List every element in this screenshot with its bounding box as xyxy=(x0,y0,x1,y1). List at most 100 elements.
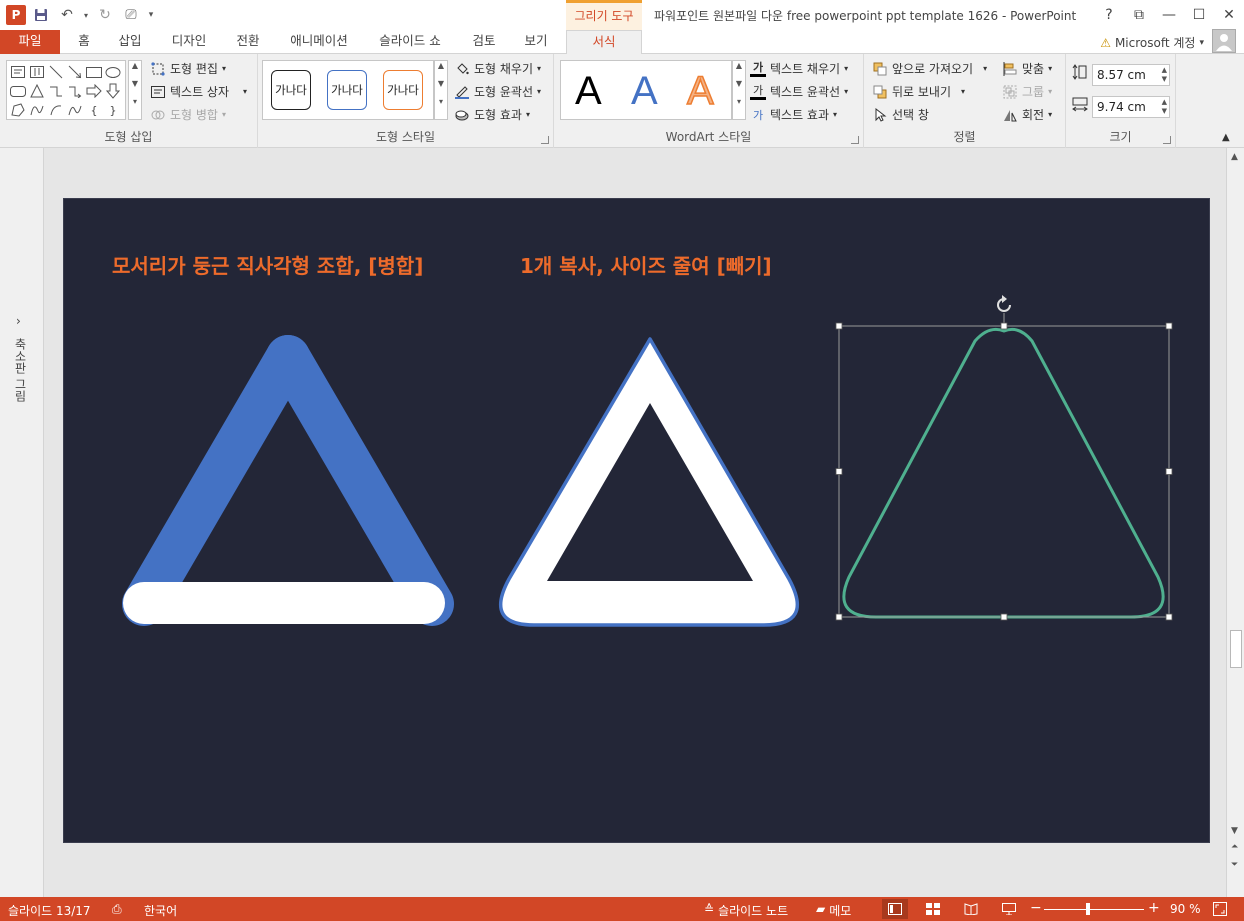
shape-style-orange[interactable]: 가나다 xyxy=(383,70,423,110)
vertical-scrollbar[interactable]: ▲ ▼ ⏶ ⏷ xyxy=(1226,148,1244,897)
shape-styles-gallery[interactable]: 가나다 가나다 가나다 xyxy=(262,60,434,120)
blue-left-bar[interactable] xyxy=(122,335,310,626)
close-button[interactable]: ✕ xyxy=(1214,0,1244,30)
expand-gallery-icon[interactable]: ▾ xyxy=(129,97,141,106)
customize-qat-icon[interactable]: ▾ xyxy=(146,4,156,26)
tab-file[interactable]: 파일 xyxy=(0,30,60,54)
wave-shape-icon[interactable] xyxy=(66,101,84,119)
shape-effects-button[interactable]: 도형 효과 ▾ xyxy=(454,106,530,123)
zoom-out-button[interactable]: − xyxy=(1030,900,1042,916)
shape-width-field[interactable]: 9.74 cm ▲ ▼ xyxy=(1092,96,1170,118)
slide-show-view-button[interactable] xyxy=(996,899,1022,919)
blue-right-bar[interactable] xyxy=(266,335,454,626)
resize-handle-right[interactable] xyxy=(1165,468,1173,475)
avatar[interactable] xyxy=(1212,29,1236,53)
oval-shape-icon[interactable] xyxy=(104,63,122,81)
wordart-style-blue[interactable]: A xyxy=(631,69,658,113)
spell-check-icon[interactable]: ⎙ xyxy=(112,902,122,917)
align-button[interactable]: 맞춤 ▾ xyxy=(1002,60,1052,77)
merge-shapes-button[interactable]: 도형 병합 ▾ xyxy=(150,106,226,123)
resize-handle-bottom-right[interactable] xyxy=(1165,613,1173,621)
send-backward-button[interactable]: 뒤로 보내기 ▾ xyxy=(872,83,965,100)
heading-subtract[interactable]: 1개 복사, 사이즈 줄여 [빼기] xyxy=(520,254,772,278)
scroll-up-icon[interactable]: ▲ xyxy=(733,61,745,70)
wordart-gallery-scroll[interactable]: ▲ ▼ ▾ xyxy=(732,60,746,120)
text-outline-button[interactable]: 가 텍스트 윤곽선 ▾ xyxy=(750,83,848,100)
wordart-gallery[interactable]: A A A xyxy=(560,60,732,120)
zoom-slider-track[interactable] xyxy=(1044,909,1144,910)
zoom-level[interactable]: 90 % xyxy=(1170,902,1201,916)
arc-shape-icon[interactable] xyxy=(47,101,65,119)
merged-triangle-shape[interactable] xyxy=(499,337,799,627)
shape-outline-button[interactable]: 도형 윤곽선 ▾ xyxy=(454,83,541,100)
maximize-button[interactable]: ☐ xyxy=(1184,0,1214,30)
curve-shape-icon[interactable] xyxy=(28,101,46,119)
group-button[interactable]: 그룹 ▾ xyxy=(1002,83,1052,100)
size-dialog-launcher[interactable] xyxy=(1163,136,1171,144)
shapes-gallery[interactable]: { } xyxy=(6,60,126,120)
shape-style-blue[interactable]: 가나다 xyxy=(327,70,367,110)
tab-format[interactable]: 서식 xyxy=(566,30,642,55)
text-box-shape-icon[interactable] xyxy=(9,63,27,81)
width-spinner[interactable]: ▲ ▼ xyxy=(1162,98,1167,116)
collapse-ribbon-icon[interactable]: ▲ xyxy=(1222,132,1230,143)
elbow-connector-shape-icon[interactable] xyxy=(47,82,65,100)
down-arrow-shape-icon[interactable] xyxy=(104,82,122,100)
wordart-style-black[interactable]: A xyxy=(575,69,602,113)
scroll-down-icon[interactable]: ▼ xyxy=(1231,826,1238,836)
tab-design[interactable]: 디자인 xyxy=(160,30,218,54)
tab-view[interactable]: 보기 xyxy=(514,30,558,54)
arrow-line-shape-icon[interactable] xyxy=(66,63,84,81)
shape-styles-scroll[interactable]: ▲ ▼ ▾ xyxy=(434,60,448,120)
resize-handle-bottom[interactable] xyxy=(1000,613,1008,621)
shape-height-field[interactable]: 8.57 cm ▲ ▼ xyxy=(1092,64,1170,86)
height-spinner[interactable]: ▲ ▼ xyxy=(1162,66,1167,84)
fit-slide-to-window-icon[interactable] xyxy=(1212,901,1228,917)
tab-review[interactable]: 검토 xyxy=(462,30,506,54)
right-brace-shape-icon[interactable]: } xyxy=(104,101,122,119)
zoom-slider-knob[interactable] xyxy=(1086,903,1090,915)
help-button[interactable]: ? xyxy=(1094,0,1124,30)
rotate-handle-icon[interactable] xyxy=(997,295,1011,312)
shapes-gallery-scroll[interactable]: ▲ ▼ ▾ xyxy=(128,60,142,120)
slide[interactable]: 모서리가 둥근 직사각형 조합, [병합] 1개 복사, 사이즈 줄여 [빼기] xyxy=(63,198,1210,843)
wordart-dialog-launcher[interactable] xyxy=(851,136,859,144)
comments-button[interactable]: ▰ 메모 xyxy=(816,902,851,919)
resize-handle-top-left[interactable] xyxy=(835,322,843,330)
shape-fill-button[interactable]: 도형 채우기 ▾ xyxy=(454,60,541,77)
zoom-in-button[interactable]: + xyxy=(1148,900,1160,916)
scroll-down-icon[interactable]: ▼ xyxy=(435,79,447,88)
resize-handle-bottom-left[interactable] xyxy=(835,613,843,621)
resize-handles[interactable] xyxy=(835,322,1173,621)
selected-outline-triangle-group[interactable] xyxy=(835,295,1173,621)
account-menu[interactable]: ⚠ Microsoft 계정 ▾ xyxy=(1100,34,1204,51)
bring-forward-button[interactable]: 앞으로 가져오기 ▾ xyxy=(872,60,987,77)
save-icon[interactable] xyxy=(30,4,52,26)
heading-merge[interactable]: 모서리가 둥근 직사각형 조합, [병합] xyxy=(112,254,423,278)
expand-gallery-icon[interactable]: ▾ xyxy=(435,97,447,106)
freeform-shape-icon[interactable] xyxy=(9,101,27,119)
text-fill-button[interactable]: 가 텍스트 채우기 ▾ xyxy=(750,60,848,77)
rounded-rectangle-shape-icon[interactable] xyxy=(9,82,27,100)
elbow-arrow-connector-shape-icon[interactable] xyxy=(66,82,84,100)
triangle-shape-icon[interactable] xyxy=(28,82,46,100)
resize-handle-top-right[interactable] xyxy=(1165,322,1173,330)
resize-handle-left[interactable] xyxy=(835,468,843,475)
rotate-button[interactable]: 회전 ▾ xyxy=(1002,106,1052,123)
wordart-style-orange-outline[interactable]: A xyxy=(686,68,714,114)
line-shape-icon[interactable] xyxy=(47,63,65,81)
scroll-up-icon[interactable]: ▲ xyxy=(435,61,447,70)
tab-slideshow[interactable]: 슬라이드 쇼 xyxy=(368,30,452,54)
scroll-down-icon[interactable]: ▼ xyxy=(733,79,745,88)
scroll-up-icon[interactable]: ▲ xyxy=(1231,152,1238,162)
tab-animations[interactable]: 애니메이션 xyxy=(280,30,358,54)
minimize-button[interactable]: — xyxy=(1154,0,1184,30)
slide-sorter-view-button[interactable] xyxy=(920,899,946,919)
previous-slide-icon[interactable]: ⏶ xyxy=(1231,842,1238,852)
text-effects-button[interactable]: 가 텍스트 효과 ▾ xyxy=(750,106,837,123)
powerpoint-logo-icon[interactable]: P xyxy=(6,5,26,25)
notes-button[interactable]: ≙ 슬라이드 노트 xyxy=(704,902,788,919)
reading-view-button[interactable] xyxy=(958,899,984,919)
green-outline-triangle[interactable] xyxy=(842,327,1165,619)
normal-view-button[interactable] xyxy=(882,899,908,919)
